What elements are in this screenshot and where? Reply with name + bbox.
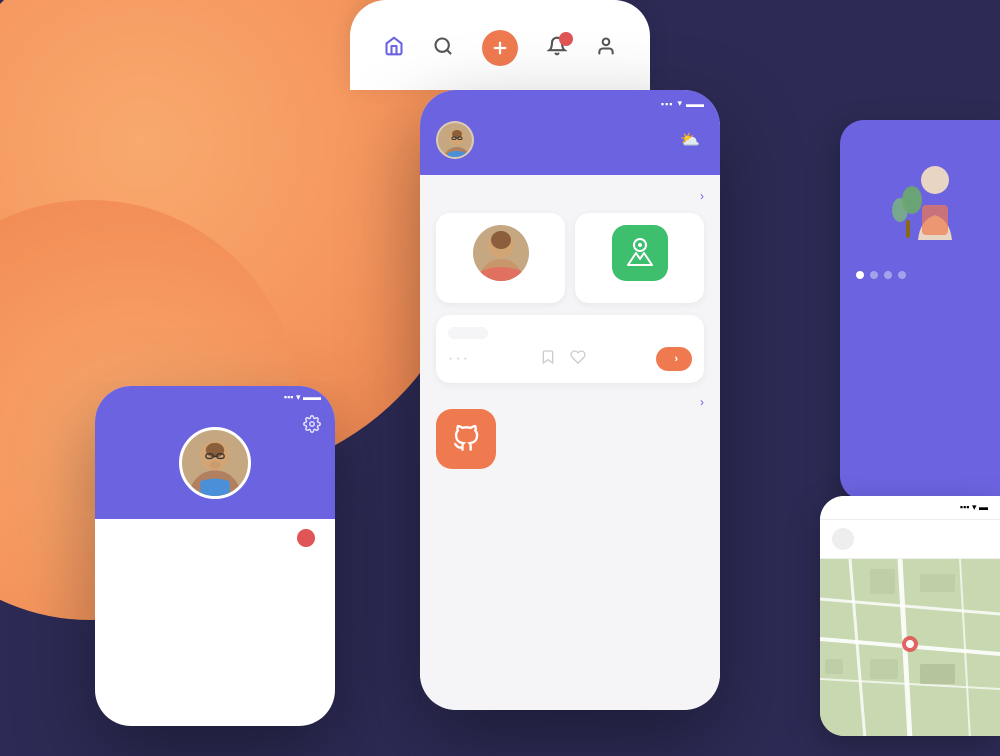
category-item-1[interactable] — [436, 409, 496, 469]
user-avatar — [436, 121, 474, 159]
map-area[interactable] — [820, 559, 1000, 736]
rec-card-person[interactable] — [436, 213, 565, 303]
map-signal: ▪▪▪ ▾ ▬ — [960, 502, 988, 513]
nav-home-icon[interactable] — [384, 36, 404, 61]
right-card-illustration — [856, 150, 984, 255]
settings-icon[interactable] — [303, 415, 321, 438]
phone-map: ▪▪▪ ▾ ▬ — [820, 496, 1000, 736]
place-image — [612, 225, 668, 281]
rec-cards-container — [420, 213, 720, 315]
pagination-dots — [856, 271, 984, 279]
event-top — [448, 327, 692, 339]
nav-add-button[interactable] — [482, 30, 518, 66]
right-card-content — [840, 120, 1000, 299]
profile-avatar — [179, 427, 251, 499]
see-all-explore[interactable]: › — [698, 395, 704, 409]
user-info — [436, 121, 484, 159]
profile-signal: ▪▪▪ ▾ ▬▬ — [284, 392, 321, 403]
weather-icon: ⛅ — [680, 130, 700, 150]
nav-profile-icon[interactable] — [596, 36, 616, 61]
dot-3 — [884, 271, 892, 279]
content-area: › — [420, 175, 720, 710]
profile-header — [95, 407, 335, 519]
phone-top-strip — [350, 0, 650, 90]
profile-badge — [297, 529, 315, 547]
rec-card-place[interactable] — [575, 213, 704, 303]
event-actions: ··· › — [448, 347, 692, 371]
profile-body — [95, 519, 335, 553]
recommended-header: › — [420, 175, 720, 213]
nav-search-icon[interactable] — [433, 36, 453, 61]
phone-main: ▪▪▪ ▾ ▬▬ ⛅ — [420, 90, 720, 710]
main-signal: ▪▪▪ ▾ ▬▬ — [661, 98, 704, 109]
map-close-bar — [820, 520, 1000, 559]
phone-profile: ▪▪▪ ▾ ▬▬ — [95, 386, 335, 726]
main-status-bar: ▪▪▪ ▾ ▬▬ — [420, 90, 720, 113]
category-row — [420, 409, 720, 469]
see-all-recommended[interactable]: › — [698, 189, 704, 203]
dot-1 — [856, 271, 864, 279]
dot-4 — [898, 271, 906, 279]
map-status-bar: ▪▪▪ ▾ ▬ — [820, 496, 1000, 520]
dot-2 — [870, 271, 878, 279]
person-image — [473, 225, 529, 281]
event-action-icons — [540, 349, 586, 370]
bookmark-icon[interactable] — [540, 349, 556, 370]
nav-bell-icon[interactable] — [547, 36, 567, 61]
weather-info: ⛅ — [680, 130, 704, 150]
profile-status-bar: ▪▪▪ ▾ ▬▬ — [95, 386, 335, 407]
more-options[interactable]: ··· — [448, 350, 470, 368]
notification-badge — [559, 32, 573, 46]
close-button[interactable] — [832, 528, 854, 550]
event-card[interactable]: ··· › — [436, 315, 704, 383]
event-description — [498, 327, 692, 339]
heart-icon[interactable] — [570, 349, 586, 370]
main-header: ⛅ — [420, 113, 720, 175]
right-card — [840, 120, 1000, 500]
event-date — [448, 327, 488, 339]
explore-header: › — [420, 395, 720, 409]
go-button[interactable]: › — [656, 347, 692, 371]
